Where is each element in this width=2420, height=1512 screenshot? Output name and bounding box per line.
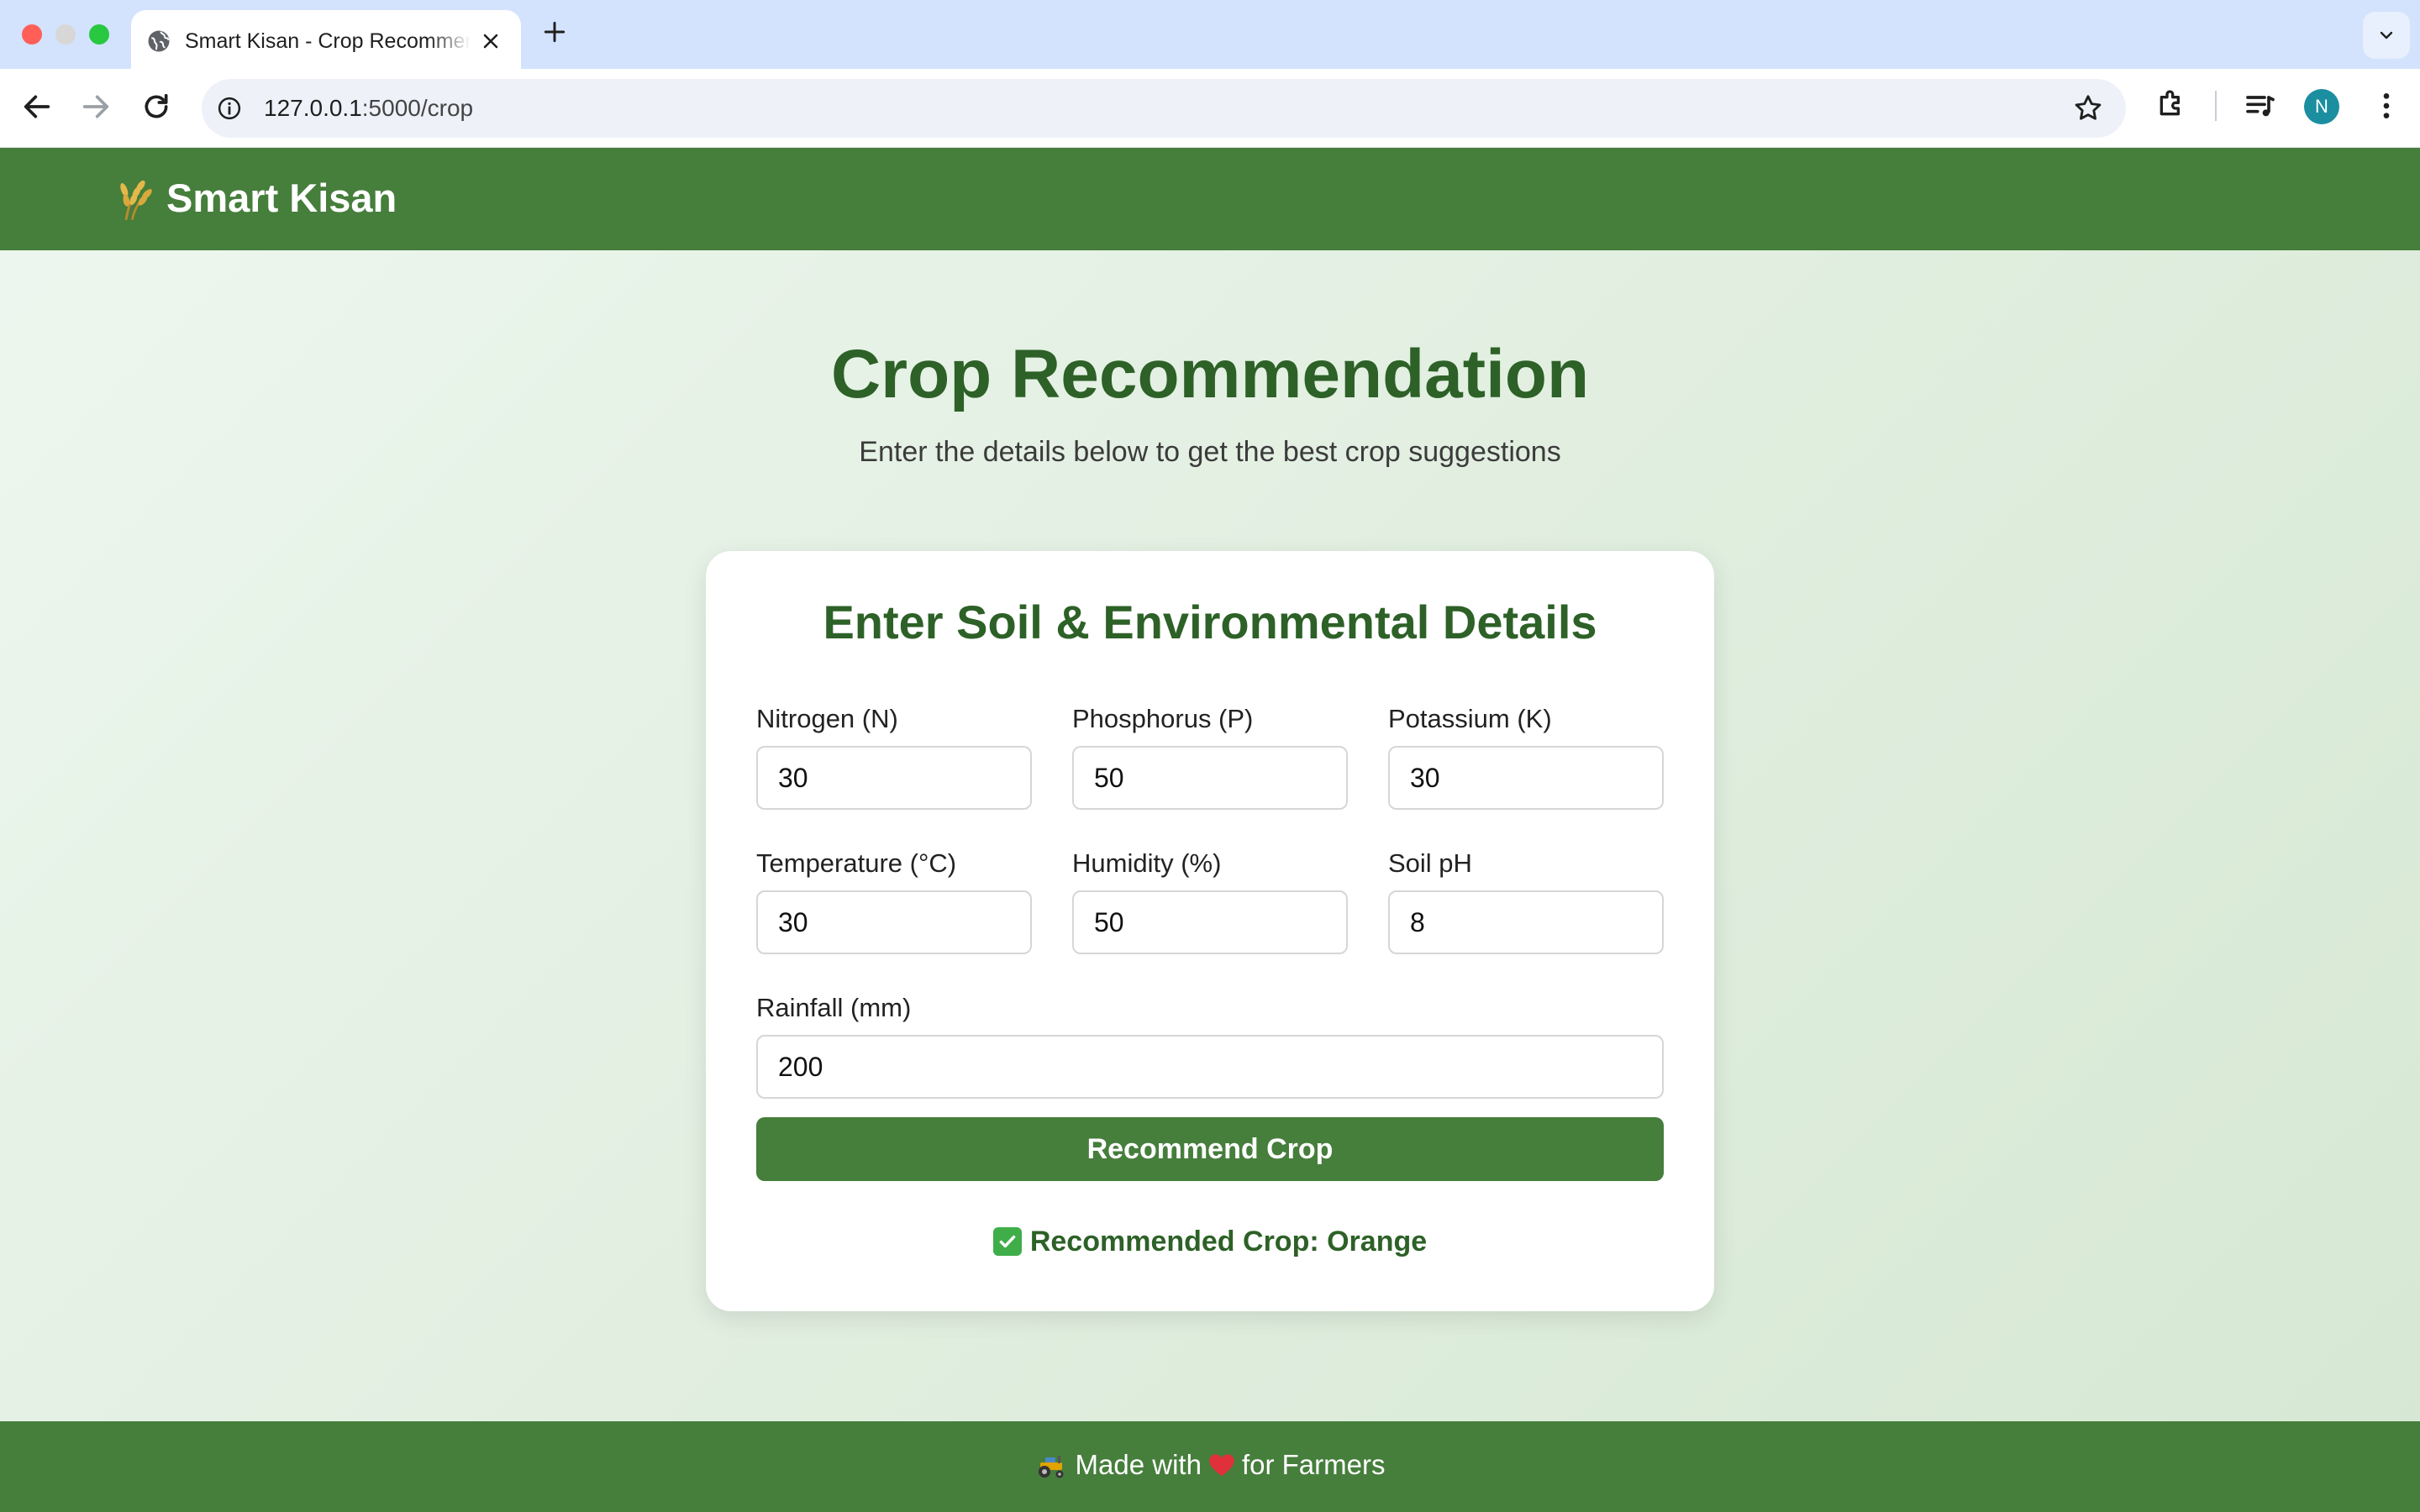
reload-icon[interactable] — [139, 90, 173, 123]
ph-input[interactable] — [1388, 890, 1664, 954]
rainfall-label: Rainfall (mm) — [756, 993, 912, 1022]
site-info-icon[interactable] — [217, 96, 242, 121]
extensions-puzzle-icon[interactable] — [2154, 87, 2188, 121]
recommendation-result: Recommended Crop: Orange — [706, 1223, 1714, 1260]
profile-avatar[interactable]: N — [2304, 89, 2339, 124]
rainfall-input[interactable] — [756, 1035, 1664, 1099]
site-brand[interactable]: Smart Kisan — [118, 173, 397, 223]
footer-made-with: Made with — [1075, 1449, 1202, 1480]
tab-title: Smart Kisan - Crop Recommendation — [185, 29, 471, 53]
browser-toolbar: 127.0.0.1:5000/crop N — [0, 69, 2420, 148]
check-mark-icon — [992, 1227, 1022, 1256]
tractor-icon — [1038, 1456, 1064, 1478]
footer-for-farmers: for Farmers — [1241, 1449, 1386, 1480]
url-path: :5000/crop — [361, 95, 474, 121]
recommend-crop-button[interactable]: Recommend Crop — [756, 1117, 1664, 1181]
window-minimize-button[interactable] — [55, 24, 76, 45]
ph-label: Soil pH — [1388, 848, 1472, 878]
heart-icon — [1209, 1454, 1234, 1477]
address-bar[interactable]: 127.0.0.1:5000/crop — [202, 79, 2126, 138]
browser-tab-active[interactable]: Smart Kisan - Crop Recommendation — [131, 10, 521, 69]
footer-text: Made with for Farmers — [0, 1446, 2420, 1483]
window-close-button[interactable] — [22, 24, 42, 45]
rice-stalk-icon — [120, 180, 153, 221]
potassium-input[interactable] — [1388, 746, 1664, 810]
close-icon[interactable] — [479, 29, 502, 53]
new-tab-plus-icon[interactable] — [541, 18, 568, 45]
brand-name: Smart Kisan — [166, 176, 397, 220]
forward-arrow-icon[interactable] — [79, 90, 113, 123]
humidity-input[interactable] — [1072, 890, 1348, 954]
media-controls-icon[interactable] — [2244, 89, 2277, 123]
window-maximize-button[interactable] — [89, 24, 109, 45]
url-host: 127.0.0.1 — [264, 95, 362, 121]
more-options-icon[interactable] — [2370, 89, 2403, 123]
humidity-label: Humidity (%) — [1072, 848, 1222, 878]
page-title: Crop Recommendation — [830, 336, 1590, 412]
site-header: Smart Kisan — [0, 148, 2420, 250]
nitrogen-input[interactable] — [756, 746, 1032, 810]
potassium-label: Potassium (K) — [1388, 704, 1552, 733]
page-subtitle: Enter the details below to get the best … — [859, 436, 1561, 468]
result-text: Recommended Crop: Orange — [1029, 1226, 1428, 1257]
crop-form-card: Enter Soil & Environmental Details Nitro… — [706, 551, 1714, 1311]
back-arrow-icon[interactable] — [20, 90, 54, 123]
form-title: Enter Soil & Environmental Details — [823, 596, 1597, 648]
page-viewport: Smart Kisan Crop Recommendation Enter th… — [0, 148, 2420, 1512]
phosphorus-label: Phosphorus (P) — [1072, 704, 1254, 733]
bookmark-star-icon[interactable] — [2072, 92, 2104, 124]
toolbar-divider — [2215, 91, 2217, 121]
globe-icon — [148, 30, 170, 52]
tab-search-button[interactable] — [2363, 12, 2410, 59]
nitrogen-label: Nitrogen (N) — [756, 704, 898, 733]
temperature-input[interactable] — [756, 890, 1032, 954]
temperature-label: Temperature (°C) — [756, 848, 957, 878]
chevron-down-icon — [2380, 31, 2393, 39]
url-text: 127.0.0.1:5000/crop — [264, 95, 473, 122]
phosphorus-input[interactable] — [1072, 746, 1348, 810]
site-footer: Made with for Farmers — [0, 1421, 2420, 1512]
browser-tab-strip: Smart Kisan - Crop Recommendation — [0, 0, 2420, 69]
